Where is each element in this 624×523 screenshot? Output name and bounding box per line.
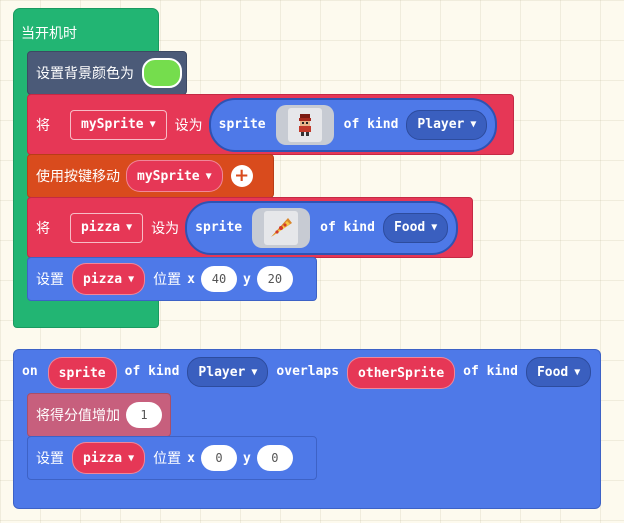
kind-dropdown-player[interactable]: Player ▼ [406,109,488,140]
y-label: y [243,271,251,287]
move-with-buttons-block[interactable]: 使用按键移动 mySprite ▼ + [27,154,274,198]
sprite-label: sprite [218,117,266,132]
set-mysprite-block[interactable]: 将 mySprite ▼ 设为 sprite of kind Player ▼ [27,94,514,155]
kind-value: Food [536,364,569,380]
chevron-down-icon: ▼ [574,366,581,378]
variable-name: pizza [81,220,121,235]
overlaps-label: overlaps [276,364,340,379]
set-pizza-block[interactable]: 将 pizza ▼ 设为 sprite of kind Food ▼ [27,197,473,258]
kind-value: Player [417,117,465,132]
chevron-down-icon: ▼ [251,366,258,378]
set-label: 设置 [36,272,64,288]
position-label: 位置 [153,451,182,467]
y-value-input[interactable]: 0 [256,445,293,471]
variable-name: sprite [58,365,106,381]
set-position-block[interactable]: 设置 pizza ▼ 位置 x 40 y 20 [27,257,317,301]
of-kind-label: of kind [124,364,180,379]
pizza-sprite-icon [271,217,293,237]
set-label: 设置 [36,451,64,467]
variable-name: mySprite [137,168,200,184]
position-label: 位置 [153,272,182,288]
variable-dropdown-pizza[interactable]: pizza ▼ [70,212,144,243]
player-sprite-icon [298,113,311,136]
of-kind-label: of kind [343,117,399,132]
sprite-label: sprite [195,220,243,235]
chevron-down-icon: ▼ [431,222,438,233]
x-value-input[interactable]: 0 [201,445,237,471]
set-to-label: 设为 [174,117,203,134]
move-label: 使用按键移动 [36,169,120,185]
chevron-down-icon: ▼ [126,222,133,233]
set-background-color-block[interactable]: 设置背景颜色为 [27,51,187,95]
change-score-label: 将得分值增加 [36,408,120,424]
kind-dropdown-player-overlap[interactable]: Player ▼ [187,357,269,387]
create-sprite-block-food[interactable]: sprite of kind Food ▼ [185,200,459,255]
set-to-label: 设为 [151,220,180,237]
variable-name: pizza [83,271,123,287]
kind-value: Player [198,364,246,380]
set-prefix-label: 将 [36,220,50,237]
variable-dropdown-mysprite[interactable]: mySprite ▼ [70,109,167,140]
of-kind-label: of kind [320,220,375,235]
create-sprite-block[interactable]: sprite of kind Player ▼ [208,97,498,152]
chevron-down-icon: ▼ [128,273,135,285]
sprite-image-field[interactable] [252,207,311,248]
x-label: x [187,450,195,466]
on-start-title: 当开机时 [21,26,77,42]
score-value-input[interactable]: 1 [126,402,162,428]
change-score-block[interactable]: 将得分值增加 1 [27,393,171,437]
variable-name: pizza [83,450,123,466]
x-label: x [187,271,195,287]
sprite-image-field[interactable] [275,104,334,145]
variable-name: otherSprite [358,365,445,381]
background-color-swatch[interactable] [142,58,182,88]
y-value-input[interactable]: 20 [256,266,293,292]
variable-dropdown-pizza-position[interactable]: pizza ▼ [72,263,146,295]
chevron-down-icon: ▼ [205,170,212,182]
kind-value: Food [393,220,426,235]
set-prefix-label: 将 [36,117,50,134]
chevron-down-icon: ▼ [149,119,156,130]
of-kind-label: of kind [463,364,518,379]
on-label: on [22,364,38,379]
plus-icon[interactable]: + [230,165,253,187]
chevron-down-icon: ▼ [470,119,477,130]
y-label: y [243,450,251,466]
set-position-block-overlap[interactable]: 设置 pizza ▼ 位置 x 0 y 0 [27,436,317,480]
kind-dropdown-food[interactable]: Food ▼ [382,212,449,243]
variable-name: mySprite [81,117,144,132]
variable-dropdown-pizza-position-overlap[interactable]: pizza ▼ [72,442,146,474]
chevron-down-icon: ▼ [128,452,135,464]
variable-dropdown-othersprite[interactable]: otherSprite [347,357,456,389]
variable-dropdown-sprite[interactable]: sprite [47,357,117,389]
variable-dropdown-mysprite-move[interactable]: mySprite ▼ [126,160,223,192]
set-background-label: 设置背景颜色为 [36,66,134,82]
x-value-input[interactable]: 40 [201,266,237,292]
kind-dropdown-food-overlap[interactable]: Food ▼ [525,357,592,387]
